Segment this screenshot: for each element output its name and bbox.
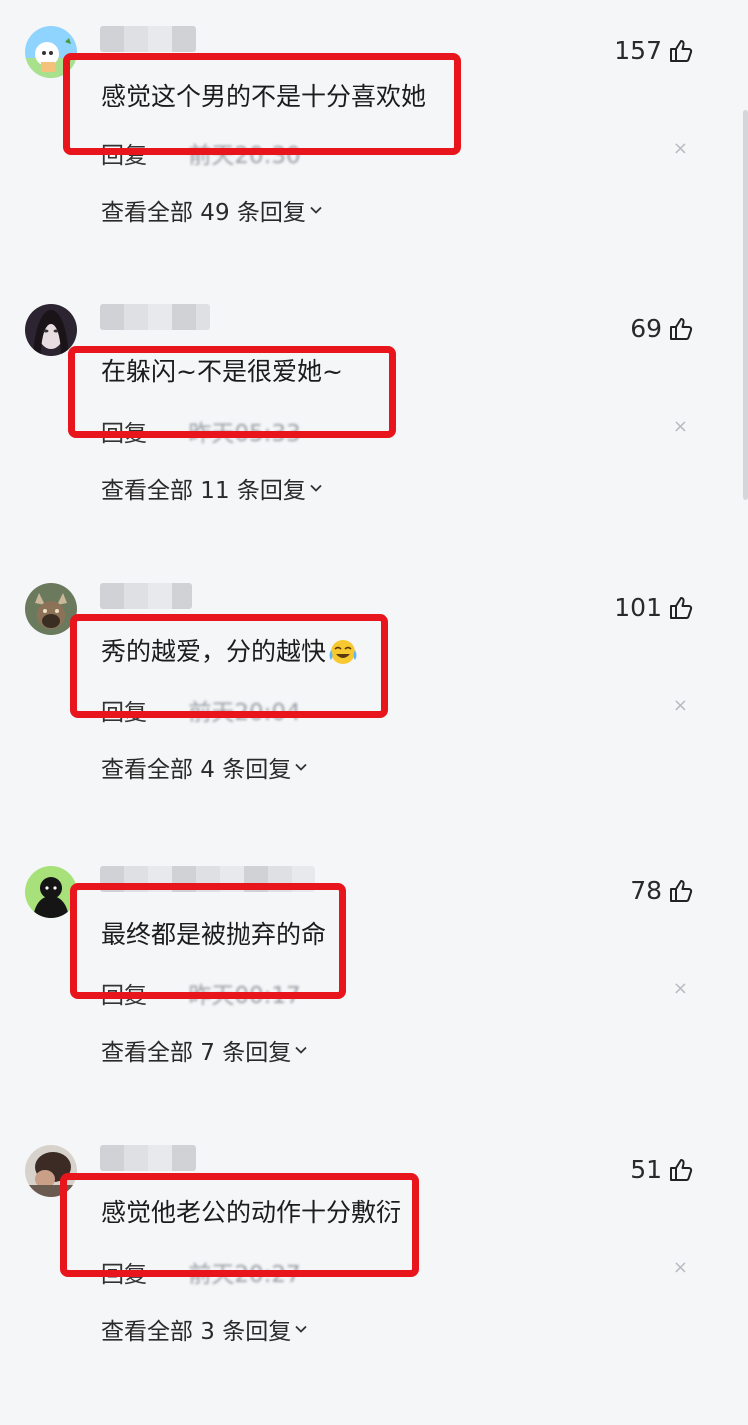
comment-meta: 回复 前天20:27 bbox=[101, 1255, 301, 1289]
crying-laughing-emoji-icon bbox=[329, 640, 357, 664]
comment-text: 最终都是被抛弃的命 bbox=[101, 920, 327, 949]
like-count: 157 bbox=[614, 36, 662, 65]
view-replies-label: 查看全部 11 条回复 bbox=[101, 478, 306, 504]
comment-item: 157 感觉这个男的不是十分喜欢她 回复 前天20:30 × 查看全部 49 条… bbox=[0, 26, 748, 306]
avatar[interactable] bbox=[25, 304, 77, 356]
comment-time: 昨天05:33 bbox=[188, 421, 301, 447]
comment-text-content: 秀的越爱，分的越快 bbox=[101, 637, 327, 666]
thumbs-up-icon bbox=[670, 596, 693, 619]
chevron-down-icon bbox=[295, 763, 307, 771]
view-replies-button[interactable]: 查看全部 11 条回复 bbox=[101, 471, 324, 505]
reply-button[interactable]: 回复 bbox=[101, 1255, 147, 1289]
comment-item: 78 最终都是被抛弃的命 回复 昨天00:17 × 查看全部 7 条回复 bbox=[0, 866, 748, 1146]
close-icon[interactable]: × bbox=[673, 1257, 688, 1278]
comment-meta: 回复 昨天00:17 bbox=[101, 976, 301, 1010]
thumbs-up-icon bbox=[670, 39, 693, 62]
close-icon[interactable]: × bbox=[673, 138, 688, 159]
comment-item: 51 感觉他老公的动作十分敷衍 回复 前天20:27 × 查看全部 3 条回复 bbox=[0, 1145, 748, 1425]
username-blurred[interactable] bbox=[100, 866, 315, 892]
comment-text: 感觉他老公的动作十分敷衍 bbox=[101, 1198, 402, 1227]
comment-item: 69 在躲闪~不是很爱她~ 回复 昨天05:33 × 查看全部 11 条回复 bbox=[0, 304, 748, 584]
comment-item: 101 秀的越爱，分的越快 回复 前天20:04 × 查看全部 4 条回复 bbox=[0, 583, 748, 863]
avatar[interactable] bbox=[25, 26, 77, 78]
thumbs-up-icon bbox=[670, 1158, 693, 1181]
avatar[interactable] bbox=[25, 583, 77, 635]
chevron-down-icon bbox=[310, 484, 322, 492]
view-replies-label: 查看全部 4 条回复 bbox=[101, 757, 292, 783]
chevron-down-icon bbox=[310, 206, 322, 214]
avatar-image bbox=[25, 866, 77, 918]
avatar-image bbox=[25, 304, 77, 356]
avatar[interactable] bbox=[25, 866, 77, 918]
view-replies-label: 查看全部 7 条回复 bbox=[101, 1040, 292, 1066]
reply-button[interactable]: 回复 bbox=[101, 976, 147, 1010]
reply-button[interactable]: 回复 bbox=[101, 136, 147, 170]
view-replies-button[interactable]: 查看全部 7 条回复 bbox=[101, 1033, 309, 1067]
view-replies-label: 查看全部 49 条回复 bbox=[101, 200, 306, 226]
comment-time: 前天20:30 bbox=[188, 143, 301, 169]
comment-text: 感觉这个男的不是十分喜欢她 bbox=[101, 82, 427, 111]
avatar-image bbox=[25, 583, 77, 635]
view-replies-label: 查看全部 3 条回复 bbox=[101, 1319, 292, 1345]
like-button[interactable]: 51 bbox=[630, 1155, 694, 1184]
scrollbar[interactable] bbox=[743, 110, 748, 500]
comment-text: 秀的越爱，分的越快 bbox=[101, 637, 358, 667]
username-blurred[interactable] bbox=[100, 583, 192, 609]
username-blurred[interactable] bbox=[100, 26, 196, 52]
like-count: 69 bbox=[630, 314, 662, 343]
avatar-image bbox=[25, 26, 77, 78]
like-button[interactable]: 101 bbox=[614, 593, 694, 622]
like-button[interactable]: 78 bbox=[630, 876, 694, 905]
close-icon[interactable]: × bbox=[673, 695, 688, 716]
avatar-image bbox=[25, 1145, 77, 1197]
comment-meta: 回复 昨天05:33 bbox=[101, 414, 301, 448]
comment-time: 前天20:27 bbox=[188, 1262, 301, 1288]
comment-meta: 回复 前天20:04 bbox=[101, 693, 301, 727]
comment-time: 昨天00:17 bbox=[188, 983, 301, 1009]
like-button[interactable]: 157 bbox=[614, 36, 694, 65]
view-replies-button[interactable]: 查看全部 4 条回复 bbox=[101, 750, 309, 784]
comment-time: 前天20:04 bbox=[188, 700, 301, 726]
thumbs-up-icon bbox=[670, 879, 693, 902]
close-icon[interactable]: × bbox=[673, 416, 688, 437]
view-replies-button[interactable]: 查看全部 49 条回复 bbox=[101, 193, 324, 227]
like-count: 78 bbox=[630, 876, 662, 905]
comment-text: 在躲闪~不是很爱她~ bbox=[101, 357, 343, 386]
avatar[interactable] bbox=[25, 1145, 77, 1197]
like-count: 51 bbox=[630, 1155, 662, 1184]
like-count: 101 bbox=[614, 593, 662, 622]
chevron-down-icon bbox=[295, 1325, 307, 1333]
thumbs-up-icon bbox=[670, 317, 693, 340]
reply-button[interactable]: 回复 bbox=[101, 414, 147, 448]
close-icon[interactable]: × bbox=[673, 978, 688, 999]
like-button[interactable]: 69 bbox=[630, 314, 694, 343]
view-replies-button[interactable]: 查看全部 3 条回复 bbox=[101, 1312, 309, 1346]
comment-meta: 回复 前天20:30 bbox=[101, 136, 301, 170]
reply-button[interactable]: 回复 bbox=[101, 693, 147, 727]
username-blurred[interactable] bbox=[100, 304, 210, 330]
comment-list: 157 感觉这个男的不是十分喜欢她 回复 前天20:30 × 查看全部 49 条… bbox=[0, 0, 748, 1346]
chevron-down-icon bbox=[295, 1046, 307, 1054]
username-blurred[interactable] bbox=[100, 1145, 196, 1171]
